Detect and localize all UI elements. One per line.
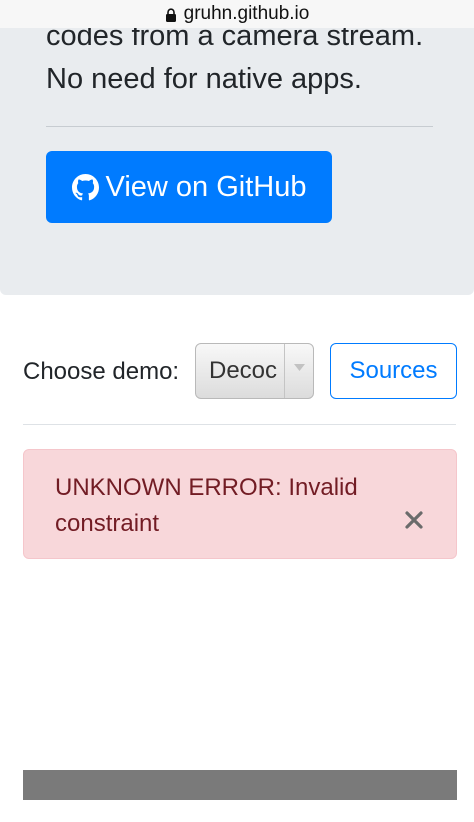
close-icon[interactable] bbox=[402, 508, 426, 532]
hero-lead-line-2: No need for native apps. bbox=[46, 63, 362, 95]
demo-select-value: Decoc bbox=[209, 357, 278, 384]
hero-divider bbox=[46, 126, 433, 127]
view-on-github-button[interactable]: View on GitHub bbox=[46, 151, 332, 223]
sources-label: Sources bbox=[349, 357, 438, 384]
controls-divider bbox=[23, 424, 456, 425]
sources-button[interactable]: Sources bbox=[330, 343, 457, 399]
hero-section: codes from a camera stream. No need for … bbox=[0, 0, 474, 295]
github-icon bbox=[71, 173, 99, 200]
chevron-down-icon bbox=[284, 344, 313, 398]
demo-select[interactable]: Decoc bbox=[195, 343, 314, 399]
lock-icon bbox=[165, 8, 176, 22]
view-on-github-label: View on GitHub bbox=[105, 170, 307, 203]
bottom-bar bbox=[23, 770, 457, 800]
error-alert: UNKNOWN ERROR: Invalid constraint bbox=[23, 449, 457, 559]
alert-message: UNKNOWN ERROR: Invalid constraint bbox=[55, 474, 358, 537]
browser-url-bar[interactable]: gruhn.github.io bbox=[0, 0, 474, 28]
choose-demo-label: Choose demo: bbox=[23, 358, 180, 385]
page: codes from a camera stream. No need for … bbox=[0, 0, 474, 822]
url-text: gruhn.github.io bbox=[183, 3, 310, 24]
